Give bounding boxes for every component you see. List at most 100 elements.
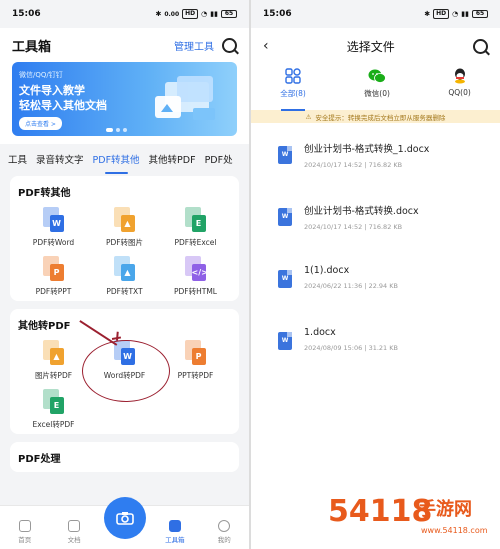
- tab-all-label: 全部(8): [280, 89, 306, 98]
- status-time: 15:06: [12, 9, 41, 19]
- file-convert-icon: E: [42, 389, 65, 415]
- tool-label: PDF转图片: [105, 238, 144, 247]
- battery-icon: 65: [221, 10, 237, 18]
- file-meta: 2024/10/17 14:52 | 716.82 KB: [304, 223, 403, 231]
- file-convert-icon: ▲: [113, 256, 136, 282]
- pdf-to-other-grid: W PDF转Word ▲ PDF转图片 E PDF转Excel P PDF转PPT ▲ PDF转T…: [18, 207, 231, 297]
- tab-pdf-process[interactable]: PDF处: [205, 152, 233, 170]
- nav-docs-label: 文档: [67, 536, 81, 544]
- banner-pager: [106, 128, 127, 132]
- hd-icon: HD: [433, 9, 450, 19]
- tool-pdf-excel[interactable]: E PDF转Excel: [160, 207, 231, 248]
- tool--pdf[interactable]: ▲ 图片转PDF: [18, 340, 89, 381]
- status-time: 15:06: [263, 9, 292, 19]
- pdf-process-section: PDF处理: [10, 442, 239, 472]
- status-bar: 15:06 ✱ HD ◔ ▮▮ 65: [251, 0, 500, 28]
- banner-small-text: 微信/QQ/钉钉: [19, 71, 63, 79]
- file-row[interactable]: W 创业计划书-格式转换.docx 2024/10/17 14:52 | 716.8…: [251, 189, 500, 251]
- warning-icon: ⚠: [305, 112, 312, 121]
- nav-home[interactable]: 首页: [5, 520, 45, 544]
- wifi-icon: ◔: [201, 10, 208, 18]
- battery-icon: 65: [472, 10, 488, 18]
- toolbox-header: 工具箱 管理工具: [0, 28, 249, 62]
- watermark-logo: 54118 手游网 www.54118.com: [328, 494, 488, 535]
- banner-wrap: 微信/QQ/钉钉 文件导入教学 轻松导入其他文档 点击查看 >: [0, 62, 249, 144]
- tool-excel-pdf[interactable]: E Excel转PDF: [18, 389, 89, 430]
- tool-label: PPT转PDF: [177, 371, 214, 380]
- tab-wechat[interactable]: 微信(0): [364, 68, 390, 106]
- tool-tabs: 工具 录音转文字 PDF转其他 其他转PDF PDF处: [0, 144, 249, 174]
- tab-audio-to-text[interactable]: 录音转文字: [36, 152, 84, 170]
- tool-label: PDF转Excel: [174, 238, 217, 247]
- camera-icon: [116, 512, 134, 525]
- watermark-brand: 手游网: [418, 498, 472, 520]
- tool-ppt-pdf[interactable]: P PPT转PDF: [160, 340, 231, 381]
- file-row[interactable]: W 1.docx 2024/08/09 15:06 | 31.21 KB: [251, 313, 500, 375]
- tab-pdf-to-other[interactable]: PDF转其他: [93, 152, 140, 174]
- source-tabs: 全部(8) 微信(0) QQ(0): [251, 64, 500, 111]
- watermark-domain: www.54118.com: [421, 526, 488, 535]
- file-convert-icon: W: [42, 207, 65, 233]
- screenshot-root: 15:06 ✱ 0.00 HD ◔ ▮▮ 65 工具箱 管理工具 微信/QQ/钉…: [0, 0, 500, 549]
- tool-label: PDF转Word: [32, 238, 75, 247]
- file-convert-icon: P: [184, 340, 207, 366]
- word-doc-icon: W: [278, 146, 292, 164]
- wechat-icon: [368, 69, 386, 83]
- hd-icon: HD: [182, 9, 199, 19]
- file-row[interactable]: W 创业计划书-格式转换_1.docx 2024/10/17 14:52 | 716…: [251, 127, 500, 189]
- tool-label: 图片转PDF: [34, 371, 73, 380]
- tab-all[interactable]: 全部(8): [280, 68, 306, 111]
- tool-label: PDF转TXT: [106, 287, 143, 296]
- tool-label: PDF转HTML: [174, 287, 217, 296]
- file-convert-icon: </>: [184, 256, 208, 282]
- file-name: 1(1).docx: [304, 265, 350, 276]
- file-name: 创业计划书-格式转换.docx: [304, 206, 419, 217]
- user-icon: [218, 520, 231, 532]
- tab-qq-label: QQ(0): [448, 88, 471, 97]
- tool-pdf-word[interactable]: W PDF转Word: [18, 207, 89, 248]
- nav-docs[interactable]: 文档: [54, 520, 94, 544]
- tool-pdf-[interactable]: ▲ PDF转图片: [89, 207, 160, 248]
- grid-icon: [168, 520, 181, 532]
- wifi-icon: ◔: [452, 10, 459, 18]
- qq-icon: [454, 68, 465, 84]
- file-convert-icon: ▲: [42, 340, 65, 366]
- home-icon: [18, 520, 31, 532]
- search-icon[interactable]: [473, 38, 488, 54]
- word-doc-icon: W: [278, 208, 292, 226]
- tab-qq[interactable]: QQ(0): [448, 68, 471, 106]
- section-title: PDF转其他: [18, 188, 71, 199]
- security-notice-text: 安全提示：转换完成后文档立即从服务器删除: [315, 113, 446, 122]
- nav-toolbox[interactable]: 工具箱: [155, 520, 195, 544]
- file-name: 1.docx: [304, 327, 336, 338]
- promo-banner[interactable]: 微信/QQ/钉钉 文件导入教学 轻松导入其他文档 点击查看 >: [12, 62, 237, 136]
- document-icon: [68, 520, 81, 532]
- select-file-screen: 15:06 ✱ HD ◔ ▮▮ 65 ‹ 选择文件 全部(8) 微信(0) QQ…: [251, 0, 500, 549]
- section-title: PDF处理: [18, 454, 61, 465]
- banner-heading-2: 轻松导入其他文档: [19, 99, 107, 112]
- banner-heading-1: 文件导入教学: [19, 84, 85, 97]
- manage-tools-link[interactable]: 管理工具: [174, 38, 214, 53]
- banner-illustration: [155, 76, 215, 120]
- tab-wechat-label: 微信(0): [364, 89, 390, 98]
- camera-button[interactable]: [104, 497, 146, 539]
- nav-me-label: 我的: [217, 536, 231, 544]
- select-file-header: ‹ 选择文件: [251, 28, 500, 64]
- bluetooth-icon: ✱: [424, 10, 431, 18]
- tool-pdf-txt[interactable]: ▲ PDF转TXT: [89, 256, 160, 297]
- word-doc-icon: W: [278, 332, 292, 350]
- tool-pdf-ppt[interactable]: P PDF转PPT: [18, 256, 89, 297]
- back-chevron-icon[interactable]: ‹: [263, 38, 269, 54]
- tab-other-to-pdf[interactable]: 其他转PDF: [149, 152, 196, 170]
- tab-tools[interactable]: 工具: [8, 152, 27, 170]
- tool-label: PDF转PPT: [35, 287, 72, 296]
- file-convert-icon: P: [42, 256, 65, 282]
- file-meta: 2024/10/17 14:52 | 716.82 KB: [304, 161, 403, 169]
- annotation-circle: [82, 340, 170, 402]
- tool-pdf-html[interactable]: </> PDF转HTML: [160, 256, 231, 297]
- file-row[interactable]: W 1(1).docx 2024/06/22 11:36 | 22.94 KB: [251, 251, 500, 313]
- page-title: 工具箱: [12, 39, 52, 55]
- search-icon[interactable]: [222, 37, 237, 53]
- nav-me[interactable]: 我的: [204, 520, 244, 544]
- banner-view-button[interactable]: 点击查看 >: [19, 117, 62, 130]
